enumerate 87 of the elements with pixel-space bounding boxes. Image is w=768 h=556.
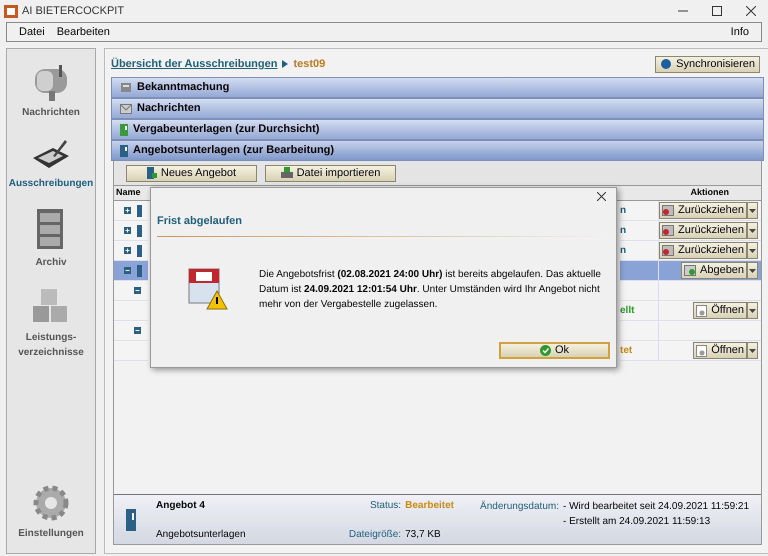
- dropdown-button[interactable]: [747, 202, 758, 219]
- close-icon[interactable]: [746, 6, 756, 16]
- binder-icon: [137, 264, 142, 276]
- action-button[interactable]: Zurückziehen: [659, 222, 748, 239]
- binder-icon: [137, 204, 142, 216]
- sidebar-item[interactable]: Einstellungen: [18, 526, 84, 541]
- printer-icon: [280, 167, 293, 179]
- date-label: Änderungsdatum:: [480, 500, 559, 514]
- date-text: - Wird bearbeitet seit 24.09.2021 11:59:21: [563, 500, 750, 514]
- app-logo-icon: [4, 4, 18, 18]
- dialog-message: Die Angebotsfrist (02.08.2021 24:00 Uhr) ist bereits abgelaufen. Das aktuelle Datum ist 24.09.2021 12:01:54 Uhr. Unter Umständen wird Ihr Angebot nicht mehr von der Vergabestelle zugelassen.: [259, 268, 602, 312]
- details-name: Angebot 4: [156, 498, 206, 512]
- check-icon: [540, 345, 551, 356]
- binder-icon: [126, 508, 136, 530]
- sidebar-item[interactable]: Archiv: [7, 255, 95, 270]
- dropdown-button[interactable]: [747, 302, 758, 319]
- expand-icon[interactable]: [124, 227, 131, 234]
- caret-right-icon: [281, 59, 290, 69]
- action-button[interactable]: Öffnen: [693, 342, 748, 359]
- envelope-icon: [120, 104, 132, 114]
- breadcrumb-current: test09: [293, 56, 326, 72]
- action-button[interactable]: Öffnen: [693, 302, 748, 319]
- caret-down-icon: [749, 248, 756, 252]
- window-title: AI BIETERCOCKPIT: [22, 4, 124, 19]
- toolbar-button[interactable]: Neues Angebot: [126, 164, 257, 182]
- menu-item[interactable]: Datei: [19, 24, 45, 40]
- dropdown-button[interactable]: [747, 222, 758, 239]
- status-text: n: [620, 244, 626, 258]
- collapse-icon[interactable]: [134, 287, 141, 294]
- binder-icon: [120, 124, 128, 136]
- binder-icon: [137, 244, 142, 256]
- caret-down-icon: [749, 348, 756, 352]
- status-text: n: [620, 204, 626, 218]
- binder-plus-icon: [146, 167, 157, 179]
- status-label: Status:: [368, 498, 402, 512]
- status-text: tet: [620, 344, 632, 358]
- caret-down-icon: [749, 208, 756, 212]
- document-icon: [696, 344, 708, 356]
- sidebar-item[interactable]: Nachrichten: [7, 105, 95, 120]
- maximize-icon[interactable]: [712, 6, 722, 16]
- table-cell[interactable]: [114, 261, 148, 281]
- column-header: Aktionen: [690, 186, 730, 200]
- document-icon: [696, 304, 708, 316]
- menu-item[interactable]: Bearbeiten: [56, 24, 110, 40]
- section-header[interactable]: Nachrichten: [111, 98, 764, 119]
- breadcrumb-link[interactable]: Übersicht der Ausschreibungen: [111, 56, 278, 72]
- details-type: Angebotsunterlagen: [156, 528, 247, 542]
- collapse-icon[interactable]: [134, 327, 141, 334]
- dialog-title: Frist abgelaufen: [157, 214, 243, 229]
- caret-down-icon: [749, 228, 756, 232]
- section-header[interactable]: Bekanntmachung: [111, 77, 764, 98]
- dropdown-button[interactable]: [747, 242, 758, 259]
- close-icon[interactable]: [597, 192, 606, 201]
- dropdown-button[interactable]: [747, 342, 758, 359]
- menu-item[interactable]: Info: [730, 24, 749, 40]
- status-value: Bearbeitet: [405, 498, 454, 512]
- section-header[interactable]: Angebotsunterlagen (zur Bearbeitung): [111, 140, 764, 161]
- toolbar-button[interactable]: Datei importieren: [265, 164, 396, 182]
- size-label: Dateigröße:: [348, 528, 402, 542]
- status-text: n: [620, 224, 626, 238]
- sidebar-item[interactable]: Ausschreibungen: [7, 176, 95, 191]
- newspaper-icon: [120, 82, 132, 93]
- section-header[interactable]: Vergabeunterlagen (zur Durchsicht): [111, 119, 764, 140]
- gear-icon: [32, 484, 70, 522]
- action-button[interactable]: Zurückziehen: [659, 242, 748, 259]
- caret-down-icon: [749, 308, 756, 312]
- action-button[interactable]: Zurückziehen: [659, 202, 748, 219]
- envelope-icon: [662, 225, 674, 236]
- sync-button[interactable]: Synchronisieren: [655, 56, 760, 72]
- envelope-icon: [684, 265, 696, 276]
- expand-icon[interactable]: [124, 207, 131, 214]
- binder-icon: [120, 144, 128, 156]
- envelope-icon: [662, 245, 674, 256]
- size-value: 73,7 KB: [405, 528, 442, 542]
- action-button[interactable]: Abgeben: [681, 262, 748, 279]
- ok-button[interactable]: Ok: [499, 342, 610, 359]
- collapse-icon[interactable]: [124, 267, 131, 274]
- envelope-icon: [662, 205, 674, 216]
- date-text: - Erstellt am 24.09.2021 11:59:13: [563, 515, 712, 529]
- sync-icon: [660, 58, 672, 70]
- caret-down-icon: [749, 268, 756, 272]
- binder-icon: [137, 224, 142, 236]
- expand-icon[interactable]: [124, 247, 131, 254]
- column-header: Name: [115, 186, 141, 200]
- dropdown-button[interactable]: [747, 262, 758, 279]
- status-text: ellt: [620, 304, 634, 318]
- sidebar-item[interactable]: Leistungs-verzeichnisse: [7, 330, 95, 360]
